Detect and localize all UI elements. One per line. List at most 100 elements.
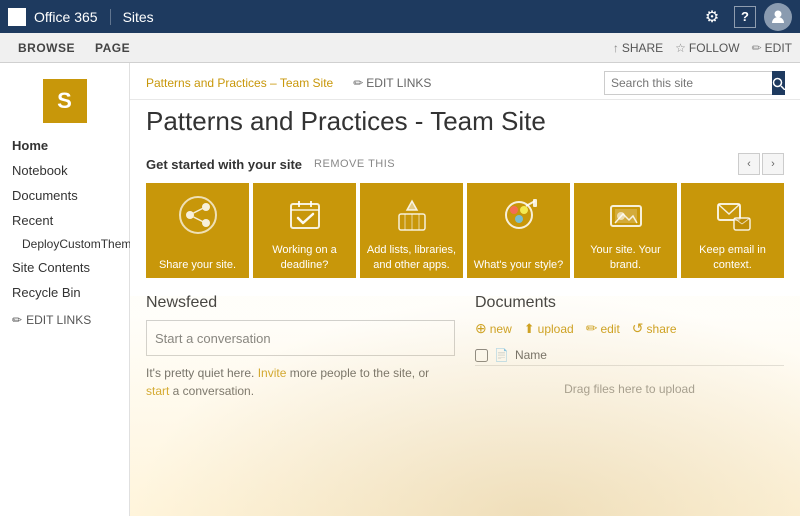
newsfeed-hint-after: a conversation. xyxy=(169,384,254,398)
page-tab[interactable]: PAGE xyxy=(85,33,140,63)
newsfeed-title: Newsfeed xyxy=(146,294,455,312)
share-icon: ↑ xyxy=(613,41,619,55)
tiles-row: Share your site. xyxy=(146,183,784,278)
share-tile-icon xyxy=(176,193,220,237)
share-label: SHARE xyxy=(622,41,663,55)
tile-email-icon-area xyxy=(681,193,784,237)
tile-style-label: What's your style? xyxy=(474,258,564,272)
edit-links-button[interactable]: ✏ EDIT LINKS xyxy=(353,76,431,90)
share-doc-icon: ↺ xyxy=(632,320,644,337)
sub-nav: BROWSE PAGE ↑ SHARE ☆ FOLLOW ✏ EDIT xyxy=(0,33,800,63)
tile-apps[interactable]: Add lists, libraries, and other apps. xyxy=(360,183,463,278)
newsfeed-hint-middle: more people to the site, or xyxy=(286,366,429,380)
doc-share-button[interactable]: ↺ share xyxy=(632,320,677,337)
edit-label: EDIT xyxy=(765,41,792,55)
style-tile-icon xyxy=(497,193,541,237)
breadcrumb-link[interactable]: Patterns and Practices – Team Site xyxy=(146,76,333,90)
get-started-nav: ‹ › xyxy=(738,153,784,175)
email-tile-icon xyxy=(711,193,755,237)
search-button[interactable] xyxy=(772,71,785,95)
start-link[interactable]: start xyxy=(146,384,169,398)
doc-new-button[interactable]: ⊕ new xyxy=(475,320,512,337)
gear-icon[interactable]: ⚙ xyxy=(698,3,726,31)
doc-table-header: 📄 Name xyxy=(475,345,784,366)
breadcrumb[interactable]: Patterns and Practices – Team Site xyxy=(146,76,333,90)
sidebar-item-home[interactable]: Home xyxy=(0,133,129,158)
newsfeed-input[interactable] xyxy=(146,320,455,356)
tile-deadline[interactable]: Working on a deadline? xyxy=(253,183,356,278)
remove-this-button[interactable]: REMOVE THIS xyxy=(314,158,395,170)
grid-icon[interactable] xyxy=(8,8,26,26)
tile-email-label: Keep email in context. xyxy=(687,243,778,272)
follow-action[interactable]: ☆ FOLLOW xyxy=(675,41,739,55)
edit-icon: ✏ xyxy=(752,41,762,55)
sidebar: S Home Notebook Documents Recent DeployC… xyxy=(0,63,130,516)
sub-nav-actions: ↑ SHARE ☆ FOLLOW ✏ EDIT xyxy=(613,41,792,55)
sidebar-item-recent[interactable]: Recent xyxy=(0,208,129,233)
site-logo[interactable]: S xyxy=(43,79,87,123)
content-area: Patterns and Practices – Team Site ✏ EDI… xyxy=(130,63,800,516)
doc-name-col: Name xyxy=(515,348,547,362)
content-body: Get started with your site REMOVE THIS ‹… xyxy=(130,145,800,412)
get-started-header: Get started with your site REMOVE THIS ‹… xyxy=(146,145,784,175)
deadline-tile-icon xyxy=(283,193,327,237)
sites-label[interactable]: Sites xyxy=(123,9,154,25)
edit-links-icon: ✏ xyxy=(12,313,22,327)
pencil-icon: ✏ xyxy=(353,76,363,90)
tile-share[interactable]: Share your site. xyxy=(146,183,249,278)
sidebar-item-site-contents[interactable]: Site Contents xyxy=(0,255,129,280)
sidebar-item-documents[interactable]: Documents xyxy=(0,183,129,208)
upload-label: upload xyxy=(538,322,574,336)
tile-apps-icon-area xyxy=(360,193,463,237)
edit-action[interactable]: ✏ EDIT xyxy=(752,41,792,55)
search-icon xyxy=(772,77,785,90)
tile-share-label: Share your site. xyxy=(159,258,236,272)
prev-arrow[interactable]: ‹ xyxy=(738,153,760,175)
upload-icon: ⬆ xyxy=(524,321,535,337)
sidebar-item-deploycustomtheme[interactable]: DeployCustomTheme xyxy=(0,233,129,255)
doc-upload-button[interactable]: ⬆ upload xyxy=(524,321,574,337)
share-action[interactable]: ↑ SHARE xyxy=(613,41,663,55)
avatar[interactable] xyxy=(764,3,792,31)
next-arrow[interactable]: › xyxy=(762,153,784,175)
documents-toolbar: ⊕ new ⬆ upload ✏ edit ↺ xyxy=(475,320,784,337)
edit-doc-label: edit xyxy=(600,322,619,336)
newsfeed-hint: It's pretty quiet here. Invite more peop… xyxy=(146,364,455,400)
share-doc-label: share xyxy=(647,322,677,336)
tile-email[interactable]: Keep email in context. xyxy=(681,183,784,278)
tile-share-icon-area xyxy=(146,193,249,237)
documents-title: Documents xyxy=(475,294,784,312)
follow-icon: ☆ xyxy=(675,41,686,55)
newsfeed-column: Newsfeed It's pretty quiet here. Invite … xyxy=(146,294,455,412)
doc-empty-hint: Drag files here to upload xyxy=(475,366,784,412)
get-started-title: Get started with your site xyxy=(146,157,302,172)
tile-style[interactable]: What's your style? xyxy=(467,183,570,278)
doc-edit-button[interactable]: ✏ edit xyxy=(586,320,620,337)
tile-apps-label: Add lists, libraries, and other apps. xyxy=(366,243,457,272)
invite-link[interactable]: Invite xyxy=(258,366,287,380)
documents-column: Documents ⊕ new ⬆ upload ✏ edit xyxy=(475,294,784,412)
tile-brand[interactable]: Your site. Your brand. xyxy=(574,183,677,278)
sidebar-item-notebook[interactable]: Notebook xyxy=(0,158,129,183)
sidebar-edit-links[interactable]: ✏ EDIT LINKS xyxy=(0,305,129,335)
follow-label: FOLLOW xyxy=(689,41,740,55)
new-label: new xyxy=(490,322,512,336)
logo-letter: S xyxy=(57,88,72,114)
content-header: Patterns and Practices – Team Site ✏ EDI… xyxy=(130,63,800,100)
sidebar-item-recycle-bin[interactable]: Recycle Bin xyxy=(0,280,129,305)
page-title: Patterns and Practices - Team Site xyxy=(130,100,800,145)
edit-doc-icon: ✏ xyxy=(586,320,598,337)
top-bar: Office 365 Sites ⚙ ? xyxy=(0,0,800,33)
edit-links-label: EDIT LINKS xyxy=(26,313,91,327)
newsfeed-hint-before: It's pretty quiet here. xyxy=(146,366,258,380)
search-input[interactable] xyxy=(605,76,772,90)
main-wrapper: S Home Notebook Documents Recent DeployC… xyxy=(0,63,800,516)
search-box xyxy=(604,71,784,95)
help-icon[interactable]: ? xyxy=(734,6,756,28)
browse-tab[interactable]: BROWSE xyxy=(8,33,85,63)
tile-style-icon-area xyxy=(467,193,570,237)
office365-label[interactable]: Office 365 xyxy=(34,9,111,25)
two-col: Newsfeed It's pretty quiet here. Invite … xyxy=(146,294,784,412)
doc-select-all[interactable] xyxy=(475,349,488,362)
tile-deadline-icon-area xyxy=(253,193,356,237)
